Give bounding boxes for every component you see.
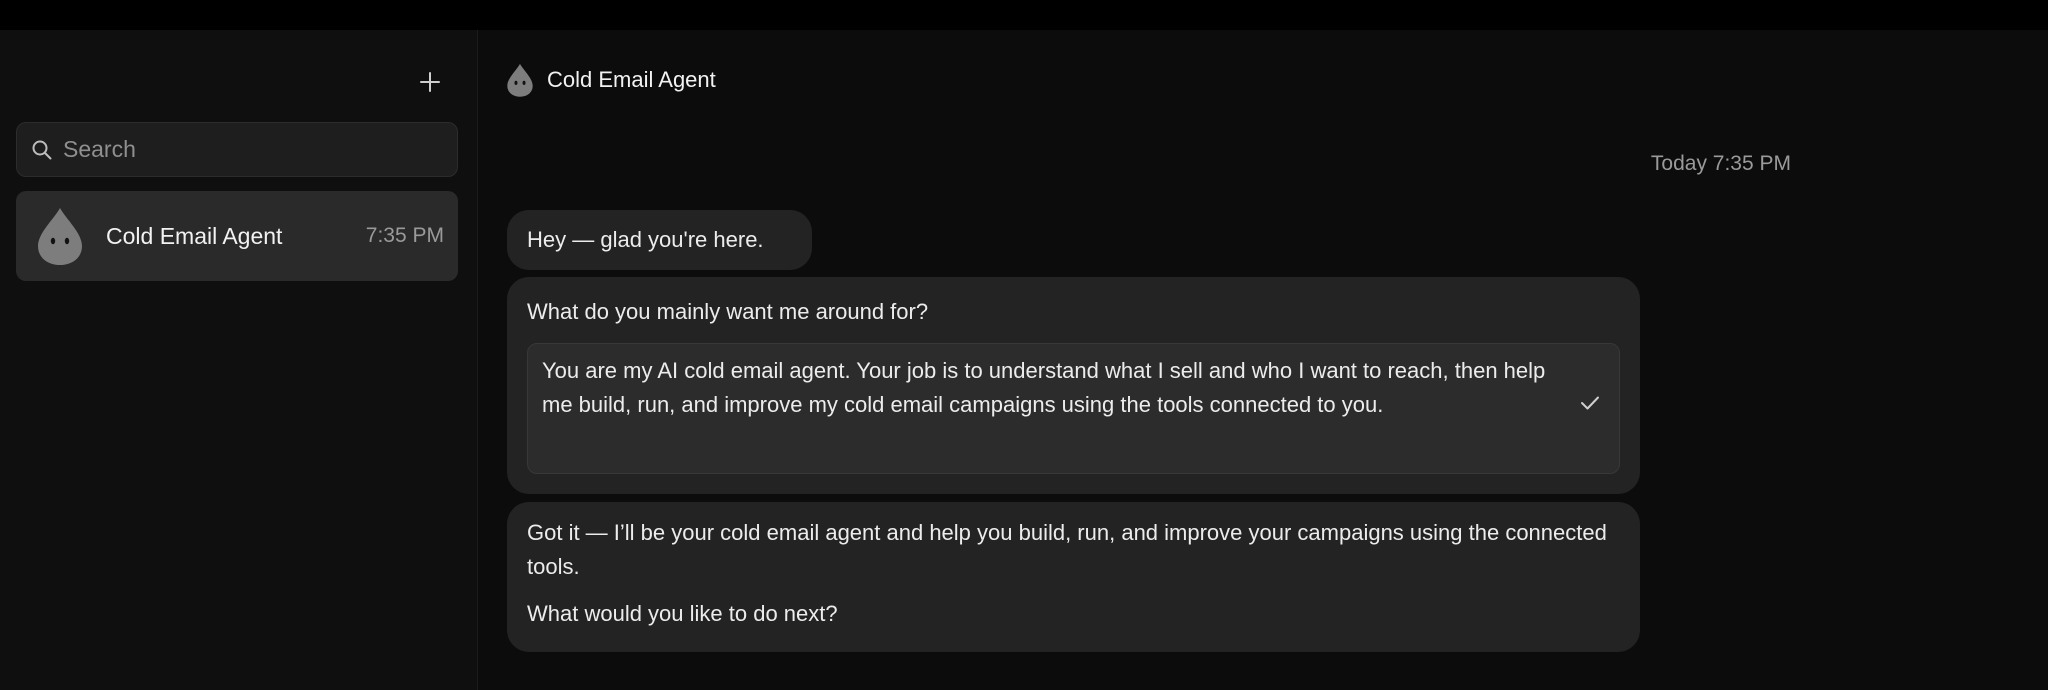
answer-option[interactable]: You are my AI cold email agent. Your job… [527, 343, 1620, 474]
search-box[interactable] [16, 122, 458, 177]
question-text: What do you mainly want me around for? [527, 299, 929, 324]
search-icon [32, 140, 52, 159]
new-chat-button[interactable] [412, 64, 448, 100]
message-bubble: Got it — I’ll be your cold email agent a… [507, 502, 1640, 652]
droplet-avatar [38, 208, 82, 265]
message-bubble: Hey — glad you're here. [507, 210, 812, 270]
droplet-avatar [507, 63, 533, 97]
chat-time: 7:35 PM [365, 224, 444, 247]
message-text: What would you like to do next? [527, 601, 838, 626]
app-window: Cold Email Agent 7:35 PM Cold Email Agen… [0, 30, 2048, 690]
conversation-header: Cold Email Agent [505, 60, 716, 100]
plus-icon [420, 72, 440, 92]
chat-name: Cold Email Agent [106, 222, 283, 249]
sidebar: Cold Email Agent 7:35 PM [0, 30, 478, 690]
conversation-pane: Cold Email Agent Today 7:35 PM Hey — gla… [479, 30, 2048, 690]
chat-list-item[interactable]: Cold Email Agent 7:35 PM [16, 191, 458, 281]
question-bubble: What do you mainly want me around for? Y… [507, 277, 1640, 494]
check-icon [1581, 396, 1599, 410]
message-timestamp: Today 7:35 PM [1650, 152, 1791, 175]
conversation-title: Cold Email Agent [547, 67, 716, 92]
message-text: Hey — glad you're here. [527, 227, 764, 252]
search-input[interactable] [63, 136, 443, 163]
answer-text: You are my AI cold email agent. Your job… [542, 358, 1546, 417]
message-text: Got it — I’ll be your cold email agent a… [527, 520, 1607, 579]
